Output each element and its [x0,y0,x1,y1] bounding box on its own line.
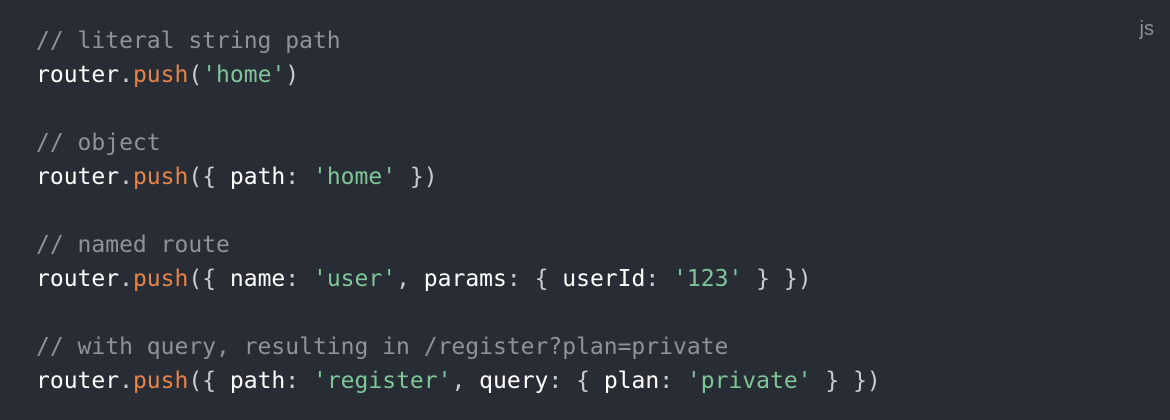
code-token-plain: query [479,368,549,394]
code-token-punc: , [396,266,424,292]
code-token-punc: ({ [188,368,230,394]
code-token-punc: : [285,164,313,190]
code-token-str: 'home' [312,164,397,190]
code-token-punc: : { [548,368,604,394]
code-token-punc: } }) [811,368,881,394]
code-token-punc: ) [285,62,300,88]
code-token-str: 'private' [686,368,812,394]
comment-line: // literal string path [36,24,1134,58]
code-token-punc: }) [396,164,438,190]
code-token-str: 'user' [312,266,397,292]
code-token-plain: plan [603,368,660,394]
code-comment: // named route [36,232,230,258]
code-token-plain: params [423,266,507,292]
code-token-punc: : { [506,266,563,292]
code-token-plain: router [36,266,120,292]
code-token-punc: ({ [188,164,230,190]
code-comment: // literal string path [36,28,341,54]
code-token-plain: router [36,62,120,88]
comment-line: // with query, resulting in /register?pl… [36,330,1134,364]
code-token-punc: . [119,62,133,88]
code-token-str: '123' [673,266,743,292]
code-token-func: push [132,266,189,292]
language-label: js [1139,18,1154,40]
comment-line: // named route [36,228,1134,262]
code-token-func: push [132,62,189,88]
code-token-punc: : [659,368,687,394]
code-token-plain: name [229,266,286,292]
code-line: router.push({ path: 'home' }) [36,160,1134,194]
code-token-str: 'home' [202,62,286,88]
code-line: router.push('home') [36,58,1134,92]
code-line: router.push({ name: 'user', params: { us… [36,262,1134,296]
code-token-punc: . [119,266,133,292]
code-token-str: 'register' [312,368,452,394]
code-token-func: push [132,164,189,190]
comment-line: // object [36,126,1134,160]
code-token-plain: router [36,368,120,394]
code-line: router.push({ path: 'register', query: {… [36,364,1134,398]
code-token-func: push [132,368,189,394]
code-block: js // literal string path router.push('ho… [0,0,1170,420]
code-token-punc: : [285,266,313,292]
code-content: // literal string path router.push('home'… [36,24,1134,398]
code-token-punc: ( [188,62,203,88]
code-token-punc: . [119,164,133,190]
code-comment: // with query, resulting in /register?pl… [36,334,729,360]
code-token-punc: } }) [742,266,812,292]
code-token-plain: path [229,368,286,394]
code-token-punc: . [119,368,133,394]
code-comment: // object [36,130,161,156]
code-token-punc: : [285,368,313,394]
code-token-punc: : [645,266,674,292]
code-token-punc: ({ [188,266,230,292]
code-token-plain: router [36,164,120,190]
code-token-plain: path [229,164,286,190]
code-token-punc: , [451,368,480,394]
code-token-plain: userId [562,266,646,292]
